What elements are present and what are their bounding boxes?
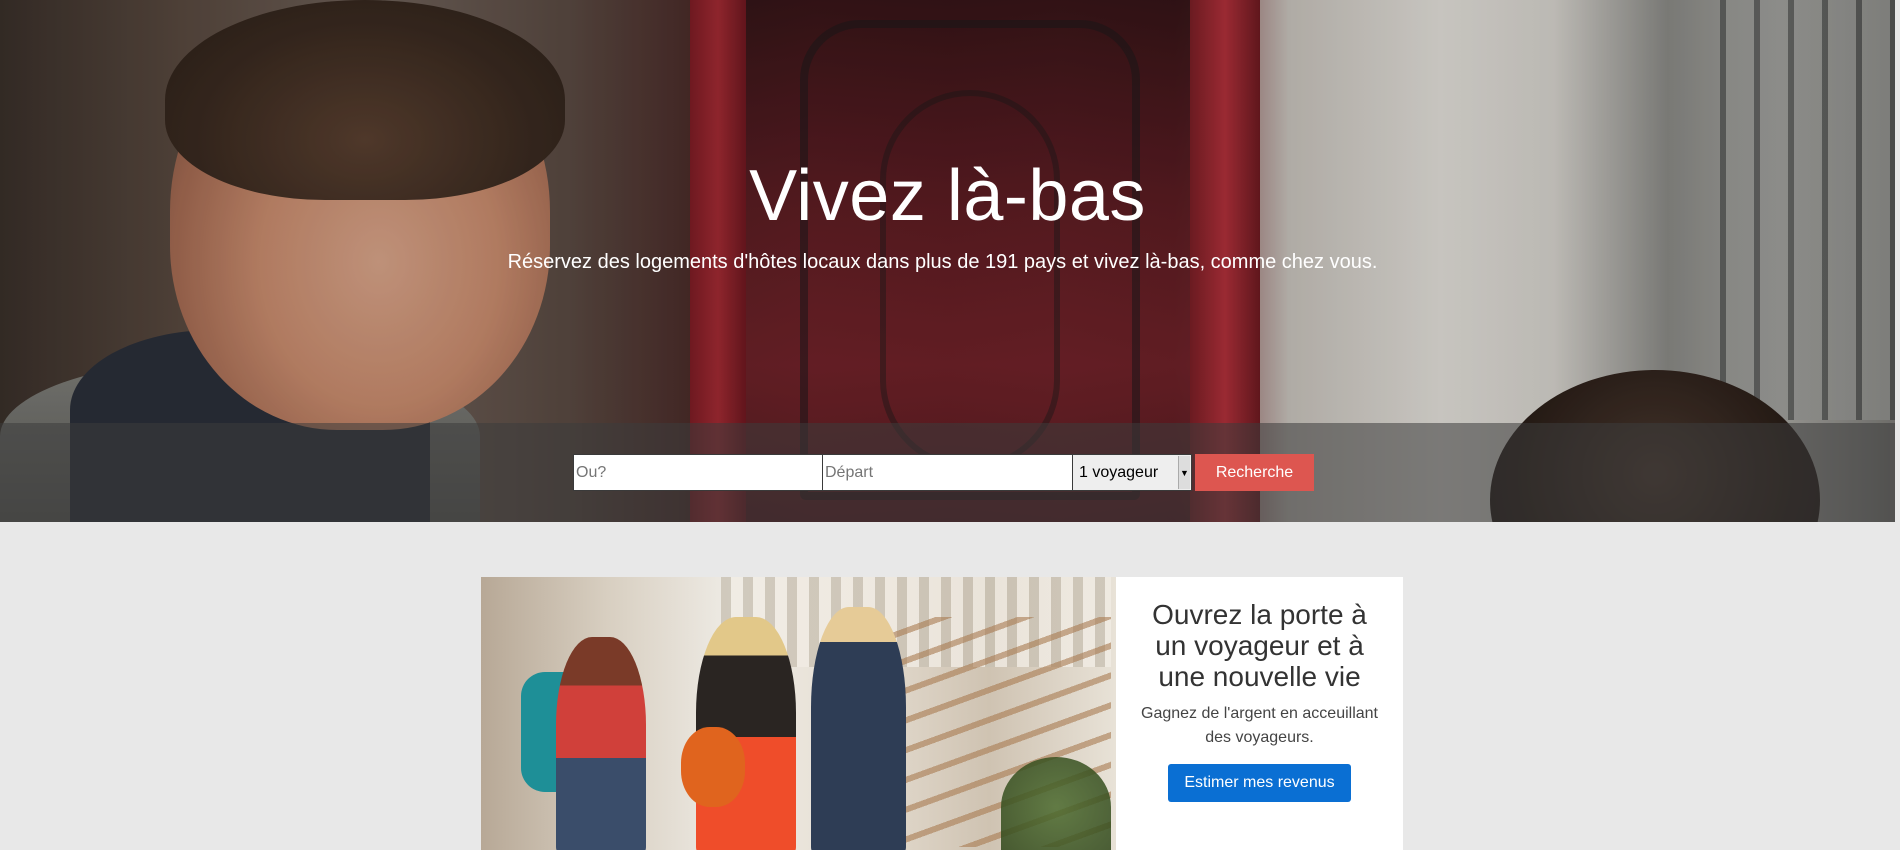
search-form: 1 voyageur ▼ Recherche <box>573 454 1314 491</box>
guests-select[interactable]: 1 voyageur ▼ <box>1073 454 1192 491</box>
promo-photo-host <box>811 607 906 850</box>
hero-banner: Vivez là-bas Réservez des logements d'hô… <box>0 0 1895 522</box>
host-promo-body: Ouvrez la porte à un voyageur et à une n… <box>1116 577 1403 850</box>
hero-title: Vivez là-bas <box>749 156 1146 236</box>
dropdown-arrow-icon: ▼ <box>1178 456 1190 489</box>
promo-photo-handbag <box>681 727 745 807</box>
host-promo-title: Ouvrez la porte à un voyageur et à une n… <box>1152 599 1367 692</box>
promo-photo-traveler <box>556 637 646 850</box>
search-button[interactable]: Recherche <box>1195 454 1314 491</box>
hero-subtitle: Réservez des logements d'hôtes locaux da… <box>507 251 1378 273</box>
where-input[interactable] <box>573 454 823 491</box>
host-promo-photo <box>481 577 1116 850</box>
host-promo-text: Gagnez de l'argent en acceuillant des vo… <box>1141 705 1378 746</box>
guests-select-value: 1 voyageur <box>1079 463 1159 481</box>
estimate-earnings-button[interactable]: Estimer mes revenus <box>1168 764 1351 802</box>
host-promo-card: Ouvrez la porte à un voyageur et à une n… <box>481 577 1403 850</box>
depart-date-input[interactable] <box>823 454 1073 491</box>
promo-photo-plant <box>1001 757 1111 850</box>
